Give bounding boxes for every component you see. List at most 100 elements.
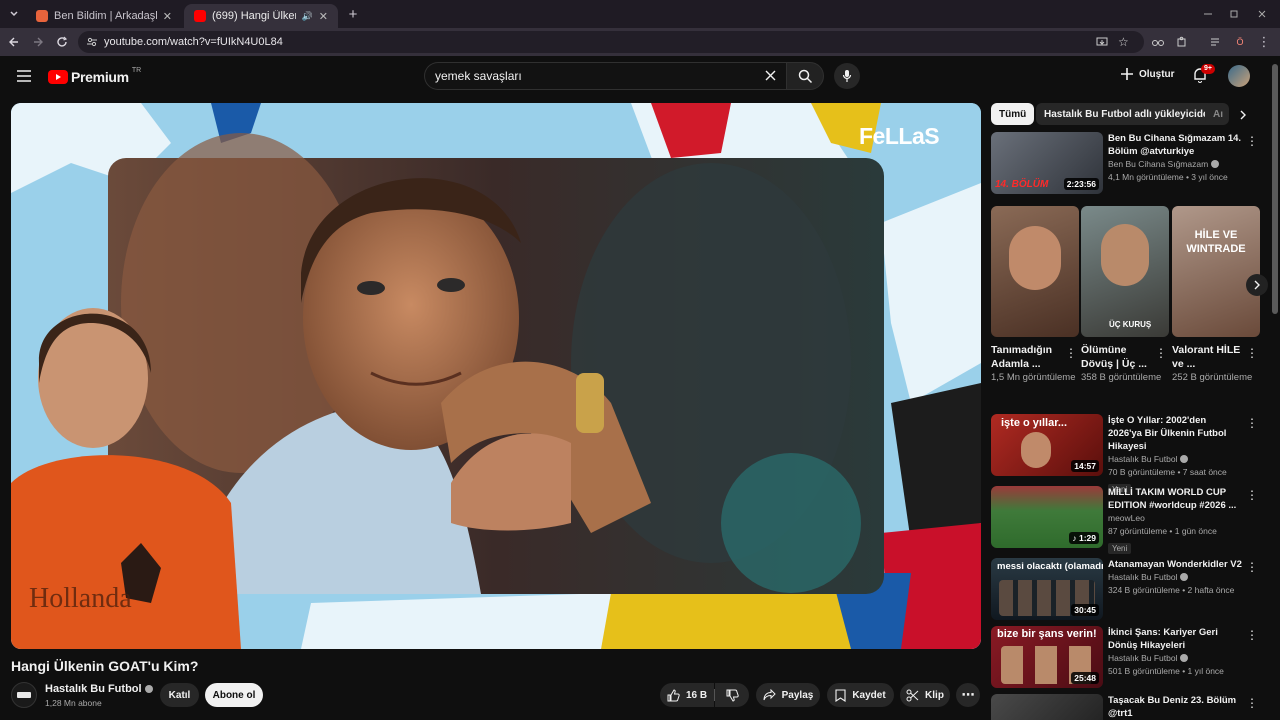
video-thumbnail[interactable]: messi olacaktı (olamadı) 30:45 xyxy=(991,558,1103,620)
short-item[interactable]: ÜÇ KURUŞ Ölümüne Dövüş | Üç ... 358 B gö… xyxy=(1081,206,1169,384)
video-thumbnail[interactable]: bize bir şans verin! 25:48 xyxy=(991,626,1103,688)
site-info-icon[interactable] xyxy=(86,36,98,51)
incognito-glasses-icon[interactable] xyxy=(1148,32,1168,52)
more-options-icon[interactable]: ⋮ xyxy=(1246,346,1258,360)
close-tab-icon[interactable]: ✕ xyxy=(163,10,172,23)
share-button[interactable]: Paylaş xyxy=(756,683,820,707)
chevron-right-icon xyxy=(1240,110,1246,120)
subscribe-button[interactable]: Abone ol xyxy=(205,683,263,707)
chip-from-uploader[interactable]: Hastalık Bu Futbol adlı yükleyiciden xyxy=(1036,103,1223,125)
more-options-icon[interactable]: ⋮ xyxy=(1246,488,1258,502)
subscriber-count: 1,28 Mn abone xyxy=(45,698,102,708)
recommendation-item[interactable]: messi olacaktı (olamadı) 30:45 Atanamaya… xyxy=(991,558,1271,620)
chip-all[interactable]: Tümü xyxy=(991,103,1035,125)
create-button[interactable]: Oluştur xyxy=(1120,67,1175,81)
verified-badge-icon xyxy=(1180,573,1189,581)
more-options-icon[interactable]: ⋮ xyxy=(1246,134,1258,148)
media-queue-icon[interactable] xyxy=(1206,32,1226,52)
back-arrow-icon[interactable] xyxy=(4,32,24,52)
forward-arrow-icon[interactable] xyxy=(28,32,48,52)
profile-avatar[interactable]: Ö xyxy=(1230,32,1250,52)
browser-tab-active[interactable]: (699) Hangi Ülkenin GOAT'u 🔊 ✕ xyxy=(184,4,338,28)
thumbs-up-icon xyxy=(667,688,680,701)
page-scrollbar[interactable] xyxy=(1272,64,1278,314)
hamburger-menu-icon[interactable] xyxy=(16,69,32,88)
tab-search-icon[interactable] xyxy=(4,4,24,24)
recommendation-channel: Hastalık Bu Futbol xyxy=(1108,652,1242,665)
restore-icon[interactable] xyxy=(1224,4,1244,24)
more-options-icon[interactable]: ⋮ xyxy=(1246,628,1258,642)
recommendation-stats: 324 B görüntüleme • 2 hafta önce xyxy=(1108,585,1235,595)
video-thumbnail[interactable] xyxy=(991,694,1103,720)
video-thumbnail[interactable]: 14. BÖLÜM 2:23:56 xyxy=(991,132,1103,194)
search-input[interactable]: yemek savaşları xyxy=(424,62,788,90)
browser-tab[interactable]: Ben Bildim | Arkadaşlarınla Onl ✕ xyxy=(26,4,182,28)
chip-related[interactable]: Aı xyxy=(1205,103,1229,125)
minimize-icon[interactable] xyxy=(1198,4,1218,24)
browser-menu-icon[interactable]: ⋮ xyxy=(1254,32,1274,52)
address-bar[interactable]: youtube.com/watch?v=fUIkN4U0L84 ☆ xyxy=(78,31,1144,53)
subscribe-label: Abone ol xyxy=(212,689,256,701)
short-thumbnail[interactable] xyxy=(991,206,1079,337)
recommendation-channel: Hastalık Bu Futbol xyxy=(1108,453,1242,466)
more-options-icon[interactable]: ⋮ xyxy=(1246,560,1258,574)
recommendation-item[interactable]: bize bir şans verin! 25:48 İkinci Şans: … xyxy=(991,626,1271,688)
video-thumbnail[interactable]: ♪ 1:29 xyxy=(991,486,1103,548)
dislike-button[interactable] xyxy=(715,683,749,707)
more-options-icon[interactable]: ⋮ xyxy=(1155,346,1167,360)
chevron-right-icon xyxy=(1254,280,1260,290)
join-button[interactable]: Katıl xyxy=(160,683,199,707)
short-thumbnail[interactable]: HİLE VE WINTRADE xyxy=(1172,206,1260,337)
verified-badge-icon xyxy=(1211,160,1220,168)
more-options-icon[interactable]: ⋮ xyxy=(1065,346,1077,360)
duration-badge: 2:23:56 xyxy=(1063,178,1099,190)
extensions-puzzle-icon[interactable] xyxy=(1172,32,1192,52)
more-options-icon[interactable]: ⋮ xyxy=(1246,696,1258,710)
recommendation-title: İşte O Yıllar: 2002'den 2026'ya Bir Ülke… xyxy=(1108,415,1227,452)
video-thumbnail[interactable]: işte o yıllar... 14:57 xyxy=(991,414,1103,476)
bookmark-star-icon[interactable]: ☆ xyxy=(1118,35,1129,49)
like-button[interactable]: 16 B xyxy=(660,683,714,707)
youtube-header: Premium TR yemek savaşları Oluştur 9+ xyxy=(0,56,1280,98)
short-thumbnail[interactable]: ÜÇ KURUŞ xyxy=(1081,206,1169,337)
account-avatar[interactable] xyxy=(1228,65,1250,87)
clear-search-icon[interactable] xyxy=(765,70,776,84)
logo-text: Premium xyxy=(71,69,129,85)
clip-button[interactable]: Klip xyxy=(900,683,950,707)
voice-search-button[interactable] xyxy=(834,63,860,89)
speaker-icon[interactable]: 🔊 xyxy=(302,11,313,22)
thumbs-down-icon xyxy=(726,689,739,702)
save-button[interactable]: Kaydet xyxy=(827,683,894,707)
notifications-button[interactable]: 9+ xyxy=(1192,64,1215,88)
video-player[interactable]: FeLLaS Hollanda xyxy=(11,103,981,649)
video-title: Hangi Ülkenin GOAT'u Kim? xyxy=(11,658,199,674)
chips-next-button[interactable] xyxy=(1232,104,1254,126)
more-actions-button[interactable]: ⋯ xyxy=(956,683,980,707)
short-item[interactable]: Tanımadığın Adamla ... 1,5 Mn görüntülem… xyxy=(991,206,1079,384)
recommendation-item[interactable]: 14. BÖLÜM 2:23:56 Ben Bu Cihana Sığmazam… xyxy=(991,132,1271,194)
channel-avatar[interactable] xyxy=(11,682,37,708)
search-icon xyxy=(798,69,812,83)
recommendation-title: Taşacak Bu Deniz 23. Bölüm @trt1 xyxy=(1108,695,1237,719)
duration-badge: ♪ 1:29 xyxy=(1069,532,1099,544)
search-button[interactable] xyxy=(786,62,824,90)
install-app-icon[interactable] xyxy=(1096,36,1108,51)
close-window-icon[interactable] xyxy=(1252,4,1272,24)
url-text: youtube.com/watch?v=fUIkN4U0L84 xyxy=(104,36,283,48)
join-label: Katıl xyxy=(168,689,191,701)
scissors-icon xyxy=(906,689,919,701)
short-thumbnail-text: HİLE VE WINTRADE xyxy=(1186,229,1246,255)
recommendation-item[interactable]: işte o yıllar... 14:57 İşte O Yıllar: 20… xyxy=(991,414,1271,495)
verified-badge-icon xyxy=(1180,455,1189,463)
youtube-premium-logo[interactable]: Premium TR xyxy=(48,67,141,85)
reload-icon[interactable] xyxy=(52,32,72,52)
verified-badge-icon xyxy=(1180,654,1189,662)
more-options-icon[interactable]: ⋮ xyxy=(1246,416,1258,430)
shorts-next-button[interactable] xyxy=(1246,274,1268,296)
recommendation-item[interactable]: ♪ 1:29 MİLLİ TAKIM WORLD CUP EDITION #wo… xyxy=(991,486,1271,554)
recommendation-item[interactable]: Taşacak Bu Deniz 23. Bölüm @trt1 ⋮ xyxy=(991,694,1271,720)
close-tab-icon[interactable]: ✕ xyxy=(319,10,328,23)
new-tab-button[interactable]: + xyxy=(343,4,363,24)
channel-name[interactable]: Hastalık Bu Futbol xyxy=(45,683,153,695)
short-item[interactable]: HİLE VE WINTRADE Valorant HİLE ve ... 25… xyxy=(1172,206,1260,384)
